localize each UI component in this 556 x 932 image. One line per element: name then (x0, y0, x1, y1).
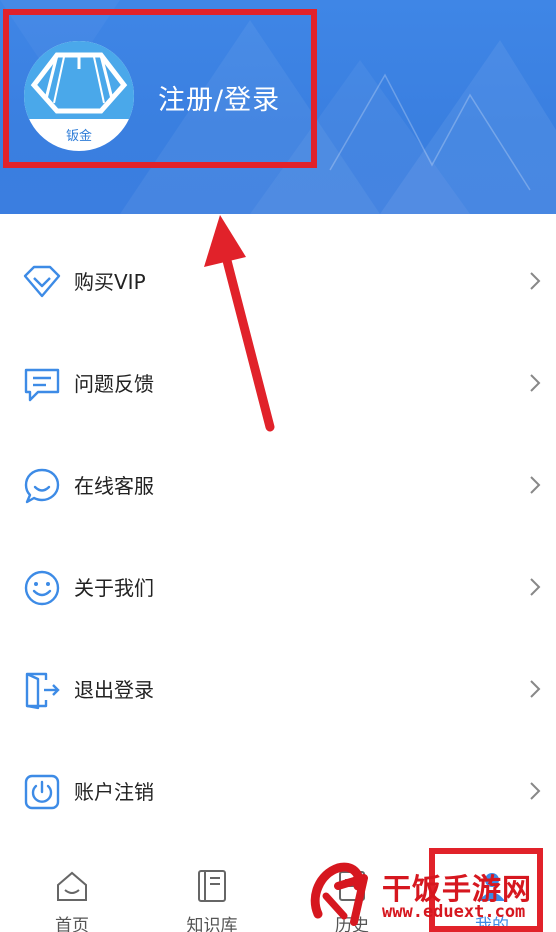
smile-icon (24, 570, 60, 606)
chevron-right-icon (530, 476, 541, 494)
chevron-right-icon (530, 272, 541, 290)
power-icon (24, 774, 60, 810)
menu-item-label: 购买VIP (74, 270, 146, 294)
chat-bubble-icon (24, 468, 60, 504)
menu-item-delete-account[interactable]: 账户注销 (0, 740, 556, 840)
diamond-icon (23, 265, 61, 298)
menu-item-about-us[interactable]: 关于我们 (0, 536, 556, 636)
menu-item-online-service[interactable]: 在线客服 (0, 434, 556, 534)
tab-label: 首页 (55, 916, 89, 932)
highlight-box-header (3, 9, 317, 168)
watermark-url: www.eduext.com (382, 902, 526, 922)
chevron-right-icon (530, 374, 541, 392)
menu-item-label: 账户注销 (74, 780, 154, 804)
chevron-right-icon (530, 782, 541, 800)
watermark-logo-icon (310, 862, 368, 926)
menu-item-logout[interactable]: 退出登录 (0, 638, 556, 738)
menu-item-label: 问题反馈 (74, 372, 154, 396)
menu-item-label: 关于我们 (74, 576, 154, 600)
menu-item-buy-vip[interactable]: 购买VIP (0, 230, 556, 330)
chevron-right-icon (530, 680, 541, 698)
menu-item-feedback[interactable]: 问题反馈 (0, 332, 556, 432)
tab-label: 知识库 (186, 916, 238, 932)
tab-home[interactable]: 首页 (22, 868, 122, 932)
exit-icon (25, 672, 60, 710)
watermark: 干饭手游网 www.eduext.com (308, 856, 548, 930)
message-icon (24, 368, 60, 402)
menu-item-label: 在线客服 (74, 474, 154, 498)
book-icon (198, 870, 226, 902)
menu-item-label: 退出登录 (74, 678, 154, 702)
chevron-right-icon (530, 578, 541, 596)
home-icon (57, 871, 87, 901)
tab-knowledge-base[interactable]: 知识库 (162, 868, 262, 932)
